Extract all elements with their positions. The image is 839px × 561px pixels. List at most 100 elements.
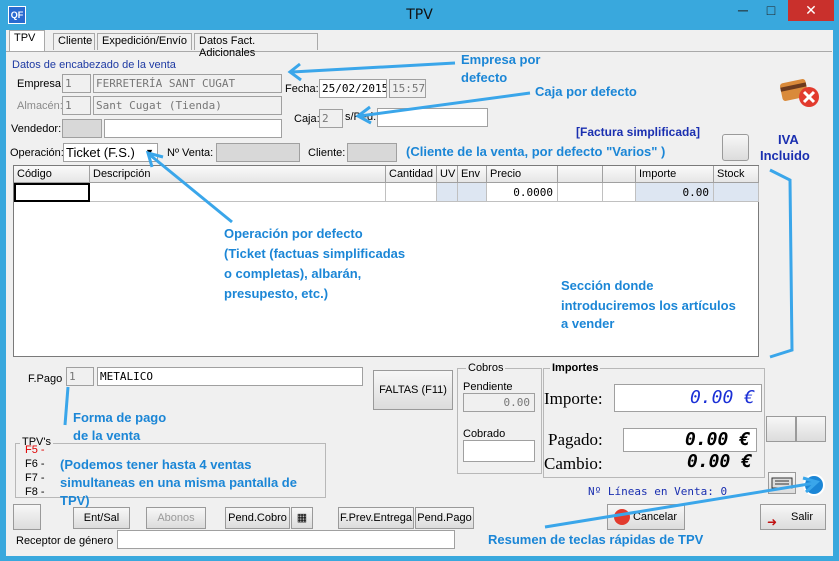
cell-descripcion[interactable] xyxy=(90,183,386,202)
pendiente-field[interactable]: 0.00 xyxy=(463,393,535,412)
tpv-f6[interactable]: F6 - xyxy=(25,458,45,470)
fecha-field[interactable]: 25/02/2015 xyxy=(319,79,387,98)
col-importe[interactable]: Importe xyxy=(636,166,714,183)
caja-field[interactable]: 2 xyxy=(319,109,343,128)
tab-divider xyxy=(6,51,832,52)
exit-icon: ➜ xyxy=(767,515,778,529)
tpv-f5[interactable]: F5 - xyxy=(25,444,45,456)
col-stock[interactable]: Stock xyxy=(714,166,759,183)
pend-cobro-button[interactable]: Pend.Cobro xyxy=(225,507,290,529)
title-bar: QF TPV ─ □ ✕ xyxy=(0,0,839,30)
importes-title: Importes xyxy=(550,362,601,374)
cell-env[interactable] xyxy=(458,183,487,202)
annotation-operacion-4: presupesto, etc.) xyxy=(224,286,329,301)
annotation-forma-pago-1: Forma de pago xyxy=(73,410,167,425)
cancel-icon xyxy=(614,509,630,525)
importe-label: Importe: xyxy=(544,389,603,408)
annotation-seccion-3: a vender xyxy=(561,316,615,331)
chevron-down-icon: ▼ xyxy=(145,147,154,157)
pagado-field[interactable]: 0.00 € xyxy=(623,428,757,452)
vendedor-name-field[interactable] xyxy=(104,119,282,138)
salir-label: Salir xyxy=(790,511,813,523)
lineas-venta: Nº Líneas en Venta: 0 xyxy=(588,485,728,498)
receptor-field[interactable] xyxy=(117,530,455,549)
empresa-label: Empresa: xyxy=(17,78,65,90)
maximize-button[interactable]: □ xyxy=(758,0,784,21)
col-codigo[interactable]: Código xyxy=(14,166,90,183)
fpago-field[interactable]: METALICO xyxy=(97,367,363,386)
annotation-tpvs-3: TPV) xyxy=(60,493,90,508)
cobros-title: Cobros xyxy=(466,362,506,374)
fpago-label: F.Pago xyxy=(28,373,63,385)
cell-stock[interactable] xyxy=(714,183,759,202)
fpago-code-field[interactable]: 1 xyxy=(66,367,94,386)
importe-total-field: 0.00 € xyxy=(614,384,762,412)
nventa-label: Nº Venta: xyxy=(167,147,214,159)
window-title: TPV xyxy=(406,7,433,23)
faltas-button[interactable]: FALTAS (F11) xyxy=(373,370,453,410)
operacion-select[interactable]: Ticket (F.S.) ▼ xyxy=(63,143,158,162)
cell-blank-1[interactable] xyxy=(558,183,603,202)
col-uv[interactable]: UV xyxy=(437,166,458,183)
empresa-name-field[interactable]: FERRETERÍA SANT CUGAT xyxy=(93,74,282,93)
cobrado-field[interactable] xyxy=(463,440,535,462)
sped-field[interactable] xyxy=(377,108,488,127)
cell-blank-2[interactable] xyxy=(603,183,636,202)
abonos-button[interactable]: Abonos xyxy=(146,507,206,529)
almacen-name-field[interactable]: Sant Cugat (Tienda) xyxy=(93,96,282,115)
tab-tpv[interactable]: TPV xyxy=(9,30,45,51)
iva-toggle-button[interactable] xyxy=(722,134,749,161)
cell-precio[interactable]: 0.0000 xyxy=(487,183,558,202)
nventa-field[interactable] xyxy=(216,143,300,162)
col-blank-1[interactable] xyxy=(558,166,603,183)
sped-label: s/Ped: xyxy=(345,111,377,123)
annotation-operacion-1: Operación por defecto xyxy=(224,226,363,241)
salir-button[interactable]: ➜ Salir xyxy=(760,504,826,530)
almacen-code-field[interactable]: 1 xyxy=(62,96,91,115)
cambio-value: 0.00 € xyxy=(686,451,752,472)
fprev-entrega-button[interactable]: F.Prev.Entrega xyxy=(338,507,414,529)
col-env[interactable]: Env xyxy=(458,166,487,183)
tpv-f7[interactable]: F7 - xyxy=(25,472,45,484)
tab-datos-fact[interactable]: Datos Fact. Adicionales xyxy=(194,33,318,59)
factura-simplificada-label: [Factura simplificada] xyxy=(576,125,701,139)
tpv-window: QF TPV ─ □ ✕ TPV Cliente Expedición/Enví… xyxy=(0,0,839,561)
shortcuts-icon[interactable] xyxy=(803,474,825,496)
minimize-button[interactable]: ─ xyxy=(730,0,756,21)
tpv-f8[interactable]: F8 - xyxy=(25,486,45,498)
side-button-right[interactable] xyxy=(796,416,826,442)
cell-importe[interactable]: 0.00 xyxy=(636,183,714,202)
hora-field[interactable]: 15:57 xyxy=(389,79,426,98)
empresa-code-field[interactable]: 1 xyxy=(62,74,91,93)
section-title: Datos de encabezado de la venta xyxy=(12,59,176,71)
vendedor-code-field[interactable] xyxy=(62,119,102,138)
fecha-label: Fecha: xyxy=(285,83,319,95)
col-blank-2[interactable] xyxy=(603,166,636,183)
col-precio[interactable]: Precio xyxy=(487,166,558,183)
tab-cliente[interactable]: Cliente xyxy=(53,33,95,50)
annotation-forma-pago-2: de la venta xyxy=(73,428,141,443)
close-button[interactable]: ✕ xyxy=(788,0,834,21)
keyboard-icon[interactable] xyxy=(768,472,796,494)
annotation-tpvs-1: (Podemos tener hasta 4 ventas xyxy=(60,457,252,472)
col-descripcion[interactable]: Descripción xyxy=(90,166,386,183)
cell-codigo[interactable] xyxy=(14,183,90,202)
cancelar-button[interactable]: Cancelar xyxy=(607,504,685,530)
cell-uv[interactable] xyxy=(437,183,458,202)
pend-pago-button[interactable]: Pend.Pago xyxy=(415,507,474,529)
caja-label: Caja: xyxy=(294,113,320,125)
annotation-seccion-2: introduciremos los artículos xyxy=(561,298,736,313)
side-button-left[interactable] xyxy=(766,416,796,442)
cliente-field[interactable] xyxy=(347,143,397,162)
annotation-tpvs-2: simultaneas en una misma pantalla de xyxy=(60,475,297,490)
cell-cantidad[interactable] xyxy=(386,183,437,202)
tab-expedicion[interactable]: Expedición/Envío xyxy=(97,33,192,50)
annotation-seccion-1: Sección donde xyxy=(561,278,654,293)
lock-button[interactable] xyxy=(13,504,41,530)
exit-sale-icon[interactable] xyxy=(779,77,823,109)
calculator-icon[interactable]: ▦ xyxy=(291,507,313,529)
annotation-caja: Caja por defecto xyxy=(535,84,637,99)
col-cantidad[interactable]: Cantidad xyxy=(386,166,437,183)
operacion-value: Ticket (F.S.) xyxy=(66,145,135,160)
almacen-label: Almacén: xyxy=(17,100,63,112)
